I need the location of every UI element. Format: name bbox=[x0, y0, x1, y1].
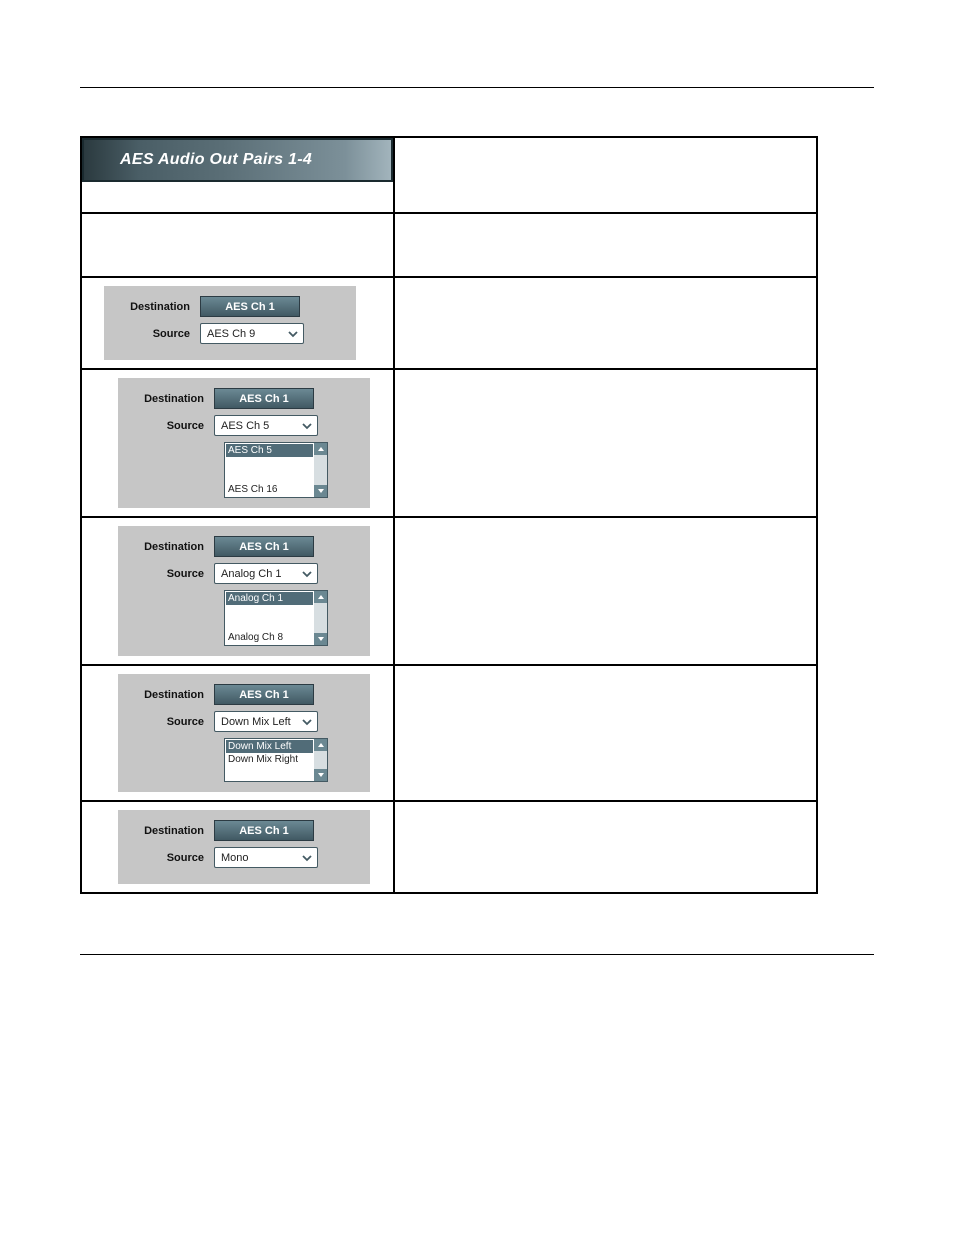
scroll-up-icon[interactable] bbox=[314, 443, 327, 455]
routing-widget: Destination AES Ch 1 Source Analog Ch 1 bbox=[118, 526, 370, 656]
table-caption: Table 3-2 9374-EMDE Function Submenu Lis… bbox=[80, 116, 874, 130]
scrollbar[interactable] bbox=[314, 443, 327, 497]
destination-label: Destination bbox=[126, 689, 214, 701]
scrollbar[interactable] bbox=[314, 591, 327, 645]
table-row: Destination AES Ch 1 Source AES Ch 9 bbox=[81, 277, 817, 369]
source-label: Source bbox=[126, 852, 214, 864]
section-pill: AES Audio Out Pairs 1-4 bbox=[82, 138, 393, 182]
destination-chip: AES Ch 1 bbox=[214, 684, 314, 705]
table-row: AES Audio Out Pairs 1-4 Provides audio r… bbox=[81, 137, 817, 213]
scroll-up-icon[interactable] bbox=[314, 591, 327, 603]
section-pill-label: AES Audio Out Pairs 1-4 bbox=[120, 151, 312, 169]
source-select-value: Down Mix Left bbox=[215, 716, 299, 728]
table-row: Destination AES Ch 1 Source Mono bbox=[81, 801, 817, 893]
routing-widget: Destination AES Ch 1 Source AES Ch 5 bbox=[118, 378, 370, 508]
routing-widget: Destination AES Ch 1 Source Mono bbox=[118, 810, 370, 884]
destination-label: Destination bbox=[126, 825, 214, 837]
scroll-down-icon[interactable] bbox=[314, 633, 327, 645]
source-listbox[interactable]: Analog Ch 1 Analog Ch 8 bbox=[224, 590, 328, 646]
page-footer: 9374-EMDE PRODUCT MANUAL 9374-EMDE-OM (V… bbox=[80, 954, 874, 975]
source-select-value: Mono bbox=[215, 852, 299, 864]
footer-right: 3-31 bbox=[850, 961, 874, 975]
routing-widget: Destination AES Ch 1 Source AES Ch 9 bbox=[104, 286, 356, 360]
chevron-down-icon bbox=[299, 566, 315, 581]
chapter-title: Operating Instructions bbox=[735, 66, 874, 81]
row-heading: Source Analog range bbox=[405, 528, 520, 540]
note-text: Mono Mixer must be set up for this funct… bbox=[405, 842, 773, 866]
source-select-value: Analog Ch 1 bbox=[215, 568, 299, 580]
table-row: Source Shown below are the Source drop-d… bbox=[81, 213, 817, 277]
destination-chip: AES Ch 1 bbox=[214, 536, 314, 557]
destination-chip: AES Ch 1 bbox=[200, 296, 300, 317]
source-label: Source bbox=[126, 716, 214, 728]
list-item[interactable]: Analog Ch 1 bbox=[226, 592, 313, 605]
note-label: Note: bbox=[405, 842, 434, 854]
list-item[interactable]: AES Ch 16 bbox=[226, 483, 313, 496]
row-heading: Source Down Mix Left / Down Mix Right ra… bbox=[405, 676, 655, 688]
source-select[interactable]: AES Ch 5 bbox=[214, 415, 318, 436]
list-item[interactable]: AES Ch 5 bbox=[226, 444, 313, 457]
row-heading: Source AES Input range bbox=[405, 288, 536, 300]
list-item[interactable]: Down Mix Left bbox=[226, 740, 313, 753]
footer-left: 9374-EMDE PRODUCT MANUAL bbox=[80, 961, 261, 975]
source-label: Source bbox=[126, 568, 214, 580]
source-note-heading: Source bbox=[110, 225, 144, 236]
page-header: 3 Operating Instructions bbox=[80, 40, 874, 88]
source-listbox[interactable]: Down Mix Left Down Mix Right bbox=[224, 738, 328, 782]
scroll-down-icon[interactable] bbox=[314, 769, 327, 781]
list-item[interactable]: Down Mix Right bbox=[226, 753, 313, 766]
destination-chip: AES Ch 1 bbox=[214, 820, 314, 841]
destination-label: Destination bbox=[112, 301, 200, 313]
note-text: Down Mixer must be set up for this funct… bbox=[405, 718, 774, 742]
source-select[interactable]: AES Ch 9 bbox=[200, 323, 304, 344]
source-listbox[interactable]: AES Ch 5 AES Ch 16 bbox=[224, 442, 328, 498]
source-label: Source bbox=[126, 420, 214, 432]
section-description: Provides audio routing from analog/embed… bbox=[405, 148, 806, 196]
row-heading: Source Embed range bbox=[405, 380, 520, 392]
source-label: Source bbox=[112, 328, 200, 340]
scrollbar[interactable] bbox=[314, 739, 327, 781]
row-heading: Source Mono bbox=[405, 812, 478, 824]
table-row: Destination AES Ch 1 Source Down Mix Lef… bbox=[81, 665, 817, 801]
chevron-down-icon bbox=[299, 418, 315, 433]
chevron-down-icon bbox=[299, 850, 315, 865]
chevron-down-icon bbox=[299, 714, 315, 729]
source-select[interactable]: Mono bbox=[214, 847, 318, 868]
source-note: Source Shown below are the Source drop-d… bbox=[82, 214, 393, 260]
table-row: Destination AES Ch 1 Source AES Ch 5 bbox=[81, 369, 817, 517]
destination-label: Destination bbox=[126, 393, 214, 405]
source-select[interactable]: Analog Ch 1 bbox=[214, 563, 318, 584]
chevron-down-icon bbox=[285, 326, 301, 341]
list-item[interactable]: Analog Ch 8 bbox=[226, 631, 313, 644]
note-label: Note: bbox=[405, 718, 434, 730]
note-text: Number of Analog Ch "n" choices displaye… bbox=[405, 570, 793, 594]
source-select-value: AES Ch 5 bbox=[215, 420, 299, 432]
routing-widget: Destination AES Ch 1 Source Down Mix Lef… bbox=[118, 674, 370, 792]
chapter-number: 3 bbox=[80, 66, 87, 81]
table-row: Destination AES Ch 1 Source Analog Ch 1 bbox=[81, 517, 817, 665]
destination-label: Destination bbox=[126, 541, 214, 553]
function-table: AES Audio Out Pairs 1-4 Provides audio r… bbox=[80, 136, 818, 894]
note-label: Note: bbox=[405, 570, 434, 582]
source-select[interactable]: Down Mix Left bbox=[214, 711, 318, 732]
destination-chip: AES Ch 1 bbox=[214, 388, 314, 409]
footer-pn: 9374-EMDE-OM (V4.1) bbox=[493, 961, 618, 975]
source-select-value: AES Ch 9 bbox=[201, 328, 285, 340]
row-heading: Source and Destination lists bbox=[405, 224, 560, 236]
scroll-up-icon[interactable] bbox=[314, 739, 327, 751]
source-note-text: Shown below are the Source drop-down cho… bbox=[110, 236, 385, 260]
scroll-down-icon[interactable] bbox=[314, 485, 327, 497]
